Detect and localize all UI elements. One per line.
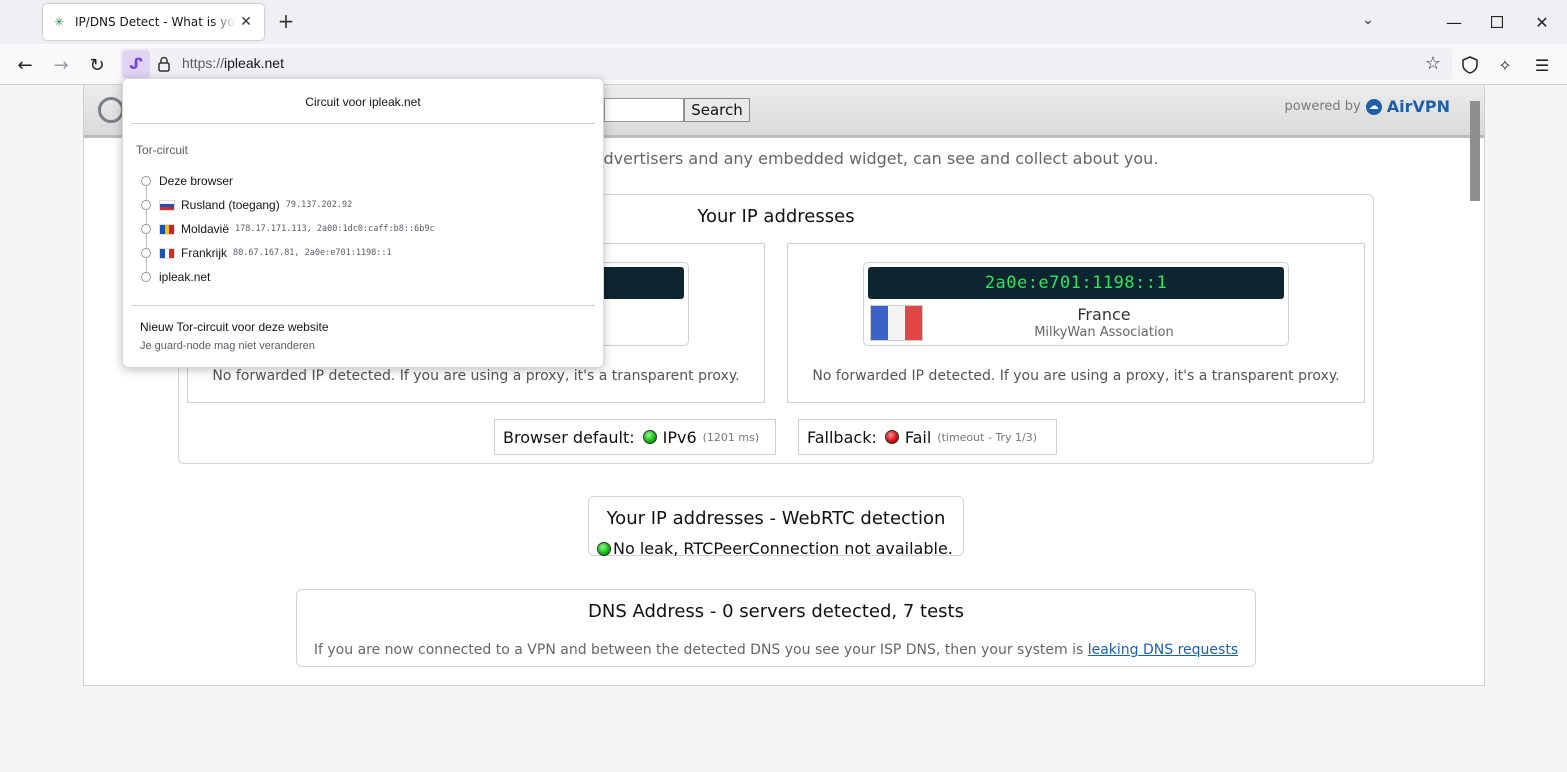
popup-section-label: Tor-circuit <box>136 143 189 157</box>
reload-icon[interactable]: ↻ <box>83 51 111 79</box>
url-text[interactable]: https://ipleak.net <box>182 55 284 71</box>
circuit-hop: Rusland (toegang) 79.137.202.92 <box>141 195 352 215</box>
russia-flag-icon <box>159 199 175 211</box>
leaking-dns-link[interactable]: leaking DNS requests <box>1088 642 1238 658</box>
tor-circuit-popup: Circuit voor ipleak.net Tor-circuit Deze… <box>122 78 604 368</box>
new-tor-circuit-button[interactable]: Nieuw Tor-circuit voor deze website <box>140 320 329 334</box>
close-window-icon[interactable]: ✕ <box>1528 8 1556 36</box>
powered-by-label: powered by <box>1284 99 1361 114</box>
powered-by[interactable]: powered by ☁ AirVPN <box>1285 97 1451 116</box>
bookmark-star-icon[interactable]: ☆ <box>1422 53 1444 75</box>
browser-default-detail: (1201 ms) <box>702 430 760 444</box>
forward-arrow-icon[interactable]: → <box>47 51 75 79</box>
green-status-dot-icon <box>597 541 611 556</box>
red-status-dot-icon <box>884 430 899 444</box>
ipleak-favicon-icon: ✳ <box>53 15 65 29</box>
hop-ip: 80.67.167.81, 2a0e:e701:1198::1 <box>233 248 392 258</box>
url-bar[interactable]: ᔑ https://ipleak.net ☆ <box>120 48 1452 80</box>
tab-title: IP/DNS Detect - What is your IP <box>75 15 236 29</box>
ip-column-right: 2a0e:e701:1198::1 France MilkyWan Associ… <box>787 243 1365 403</box>
circuit-node-icon <box>141 224 151 234</box>
circuit-node-icon <box>141 176 151 186</box>
search-button[interactable]: Search <box>684 98 750 122</box>
minimize-icon[interactable]: — <box>1440 8 1468 36</box>
new-tab-icon[interactable]: + <box>274 10 298 34</box>
page-scrollbar[interactable] <box>1470 101 1480 201</box>
webrtc-panel: Your IP addresses - WebRTC detection No … <box>588 496 964 558</box>
dns-note: If you are now connected to a VPN and be… <box>297 642 1255 658</box>
circuit-node-icon <box>141 200 151 210</box>
forward-note-left: No forwarded IP detected. If you are usi… <box>212 368 740 384</box>
france-flag-icon <box>159 247 175 259</box>
popup-title: Circuit voor ipleak.net <box>305 95 421 109</box>
guard-node-hint: Je guard-node mag niet veranderen <box>140 340 315 352</box>
maximize-square-icon <box>1491 16 1503 28</box>
circuit-hop: Deze browser <box>141 171 233 191</box>
shield-shape-icon <box>1462 56 1478 74</box>
popup-divider <box>131 305 595 306</box>
magnifier-logo-icon[interactable] <box>98 97 124 123</box>
hop-name: ipleak.net <box>159 270 211 284</box>
webrtc-status: No leak, RTCPeerConnection not available… <box>597 539 953 558</box>
lock-icon[interactable] <box>154 54 174 74</box>
url-scheme: https:// <box>182 55 225 71</box>
tab-bar: ✳ IP/DNS Detect - What is your IP ✕ + ⌄ … <box>0 0 1567 44</box>
webrtc-title: Your IP addresses - WebRTC detection <box>606 508 946 529</box>
airvpn-logo-icon: ☁ <box>1365 98 1382 115</box>
ip-country: France <box>1077 305 1131 324</box>
france-flag-icon <box>870 305 923 341</box>
fallback-label: Fallback: <box>807 427 877 447</box>
circuit-hop: Frankrijk 80.67.167.81, 2a0e:e701:1198::… <box>141 243 392 263</box>
magic-wand-icon[interactable]: ✧ <box>1491 51 1519 79</box>
hop-ip: 79.137.202.92 <box>285 200 353 210</box>
dns-title: DNS Address - 0 servers detected, 7 test… <box>588 601 964 622</box>
shield-icon[interactable] <box>1456 51 1484 79</box>
green-status-dot-icon <box>642 430 657 444</box>
tor-circuit-icon[interactable]: ᔑ <box>122 50 150 78</box>
chevron-down-icon[interactable]: ⌄ <box>1358 12 1378 32</box>
maximize-icon[interactable] <box>1483 8 1511 36</box>
search-input[interactable] <box>604 98 684 122</box>
circuit-hop: Moldavië 178.17.171.113, 2a00:1dc0:caff:… <box>141 219 435 239</box>
ip-isp: MilkyWan Association <box>1034 325 1174 340</box>
hamburger-menu-icon[interactable]: ☰ <box>1528 51 1556 79</box>
popup-divider <box>131 123 595 124</box>
browser-default-label: Browser default: <box>503 427 635 447</box>
ip-lcd-right: 2a0e:e701:1198::1 <box>868 267 1284 299</box>
fallback-status: Fallback: Fail (timeout - Try 1/3) <box>798 419 1057 455</box>
browser-default-status: Browser default: IPv6 (1201 ms) <box>494 419 776 455</box>
circuit-node-icon <box>141 248 151 258</box>
fallback-detail: (timeout - Try 1/3) <box>937 430 1038 444</box>
hop-ip: 178.17.171.113, 2a00:1dc0:caff:b8::6b9c <box>235 224 435 234</box>
hop-name: Rusland (toegang) <box>181 198 280 212</box>
circuit-node-icon <box>141 272 151 282</box>
ip-card-right: 2a0e:e701:1198::1 France MilkyWan Associ… <box>863 262 1289 346</box>
moldova-flag-icon <box>159 223 175 235</box>
circuit-hop: ipleak.net <box>141 267 210 287</box>
url-host: ipleak.net <box>224 55 284 71</box>
close-tab-icon[interactable]: ✕ <box>236 12 256 32</box>
airvpn-brand: AirVPN <box>1386 97 1450 116</box>
hop-name: Frankrijk <box>181 246 228 260</box>
forward-note-right: No forwarded IP detected. If you are usi… <box>812 368 1340 384</box>
tab-ipleak[interactable]: ✳ IP/DNS Detect - What is your IP ✕ <box>43 4 264 40</box>
dns-panel: DNS Address - 0 servers detected, 7 test… <box>296 589 1256 667</box>
back-arrow-icon[interactable]: ← <box>11 51 39 79</box>
webrtc-status-text: No leak, RTCPeerConnection not available… <box>613 539 953 558</box>
hop-name: Deze browser <box>159 174 234 188</box>
hop-name: Moldavië <box>181 222 230 236</box>
dns-note-text: If you are now connected to a VPN and be… <box>313 642 1088 658</box>
fallback-value: Fail <box>904 427 932 447</box>
browser-default-value: IPv6 <box>662 427 697 447</box>
